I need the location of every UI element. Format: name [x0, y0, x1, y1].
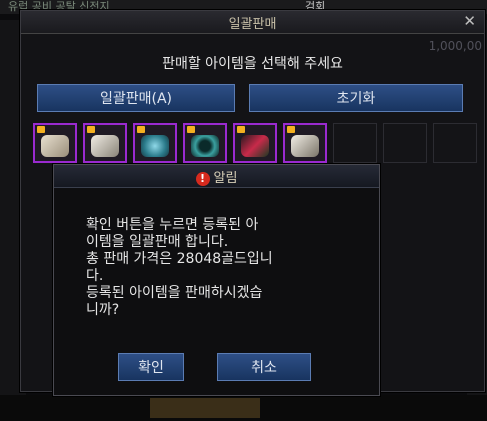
necklace-icon: [241, 135, 269, 157]
item-slot-6[interactable]: [283, 123, 327, 163]
cancel-button[interactable]: 취소: [217, 353, 311, 381]
bracelet-icon: [141, 135, 169, 157]
lock-icon: [87, 126, 95, 133]
window-titlebar: 일괄판매 ✕: [21, 11, 484, 34]
ring-icon: [191, 135, 219, 157]
confirm-button[interactable]: 확인: [118, 353, 184, 381]
alert-message-line: 니까?: [86, 302, 120, 318]
item-slot-3[interactable]: [133, 123, 177, 163]
alert-title: 알림: [213, 171, 238, 186]
item-slot-2[interactable]: [83, 123, 127, 163]
gloves-icon: [41, 135, 69, 157]
alert-message-line: 확인 버튼을 누르면 등록된 아: [86, 217, 259, 233]
gauntlet-icon: [291, 135, 319, 157]
lock-icon: [37, 126, 45, 133]
lock-icon: [137, 126, 145, 133]
alert-titlebar: ! 알림: [54, 165, 379, 188]
window-title: 일괄판매: [228, 17, 277, 32]
alert-message-line: 등록된 아이템을 판매하시겠습: [86, 285, 263, 301]
item-slot-5[interactable]: [233, 123, 277, 163]
lock-icon: [237, 126, 245, 133]
bulk-sell-window: 일괄판매 ✕ 1,000,00 판매할 아이템을 선택해 주세요 일괄판매(A)…: [20, 10, 485, 396]
item-slot-empty[interactable]: [333, 123, 377, 163]
close-icon[interactable]: ✕: [463, 12, 476, 30]
gauntlet-icon: [91, 135, 119, 157]
item-slot-empty[interactable]: [433, 123, 477, 163]
item-slot-1[interactable]: [33, 123, 77, 163]
background-amount-text: 1,000,00: [428, 39, 482, 53]
alert-dialog: ! 알림 확인 버튼을 누르면 등록된 아 이템을 일괄판매 합니다. 총 판매 …: [53, 164, 380, 396]
alert-message: 확인 버튼을 누르면 등록된 아 이템을 일괄판매 합니다. 총 판매 가격은 …: [86, 217, 366, 319]
item-slot-4[interactable]: [183, 123, 227, 163]
alert-message-line: 다.: [86, 268, 104, 284]
lock-icon: [287, 126, 295, 133]
lock-icon: [187, 126, 195, 133]
warning-icon: !: [195, 171, 210, 186]
reset-button[interactable]: 초기화: [249, 84, 463, 112]
background-bottom-decoration: [150, 398, 260, 418]
instruction-text: 판매할 아이템을 선택해 주세요: [162, 56, 343, 72]
alert-message-line: 총 판매 가격은 28048골드입니: [86, 251, 273, 267]
bulk-sell-button[interactable]: 일괄판매(A): [37, 84, 235, 112]
item-slot-empty[interactable]: [383, 123, 427, 163]
alert-message-line: 이템을 일괄판매 합니다.: [86, 234, 229, 250]
